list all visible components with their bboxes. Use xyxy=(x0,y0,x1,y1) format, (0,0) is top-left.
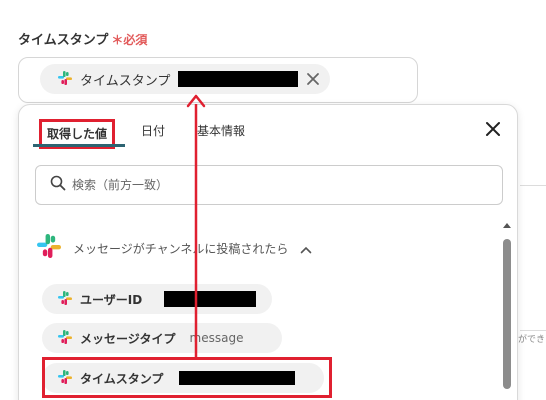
remove-token-close-icon[interactable] xyxy=(304,70,322,88)
redacted-block xyxy=(179,371,296,385)
list-item-timestamp[interactable]: タイムスタンプ xyxy=(42,363,324,393)
slack-icon xyxy=(58,70,72,89)
slack-icon xyxy=(58,290,72,309)
background-divider xyxy=(520,185,546,186)
scroll-up-arrow-icon[interactable] xyxy=(503,223,511,228)
list-item-message-type[interactable]: メッセージタイプ message xyxy=(42,323,282,353)
redacted-block xyxy=(164,291,257,307)
slack-icon xyxy=(37,234,61,262)
item-label: ユーザーID xyxy=(80,292,143,307)
item-label: メッセージタイプ xyxy=(80,331,176,346)
search-input[interactable] xyxy=(72,178,472,192)
required-mark: ＊必須 xyxy=(111,33,148,47)
field-label: タイムスタンプ ＊必須 xyxy=(18,29,147,48)
slack-icon xyxy=(58,329,72,348)
trigger-label: メッセージがチャンネルに投稿されたら xyxy=(73,241,289,256)
list-item-user-id[interactable]: ユーザーID xyxy=(42,284,272,314)
slack-icon xyxy=(58,369,72,388)
search-icon xyxy=(50,175,66,195)
value-picker-panel: 取得した値 日付 基本情報 メッセージがチャンネルに投稿され xyxy=(18,104,518,400)
background-text: ができ xyxy=(518,335,546,345)
background-divider xyxy=(520,330,546,331)
trigger-group-header[interactable]: メッセージがチャンネルに投稿されたら xyxy=(37,234,312,262)
item-value: message xyxy=(189,331,244,345)
tab-basic-info[interactable]: 基本情報 xyxy=(197,122,245,139)
scroll-thumb[interactable] xyxy=(503,239,511,389)
active-tab-indicator xyxy=(33,144,125,147)
item-label: タイムスタンプ xyxy=(80,371,164,386)
close-panel-close-icon[interactable] xyxy=(483,119,503,139)
selected-token[interactable]: タイムスタンプ xyxy=(40,64,330,94)
chevron-up-icon[interactable] xyxy=(300,239,312,258)
field-label-text: タイムスタンプ xyxy=(18,33,109,48)
search-box[interactable] xyxy=(35,165,503,205)
tab-date[interactable]: 日付 xyxy=(141,122,165,139)
redacted-block xyxy=(178,71,299,87)
token-label: タイムスタンプ xyxy=(80,73,171,89)
scrollbar[interactable] xyxy=(501,223,513,400)
